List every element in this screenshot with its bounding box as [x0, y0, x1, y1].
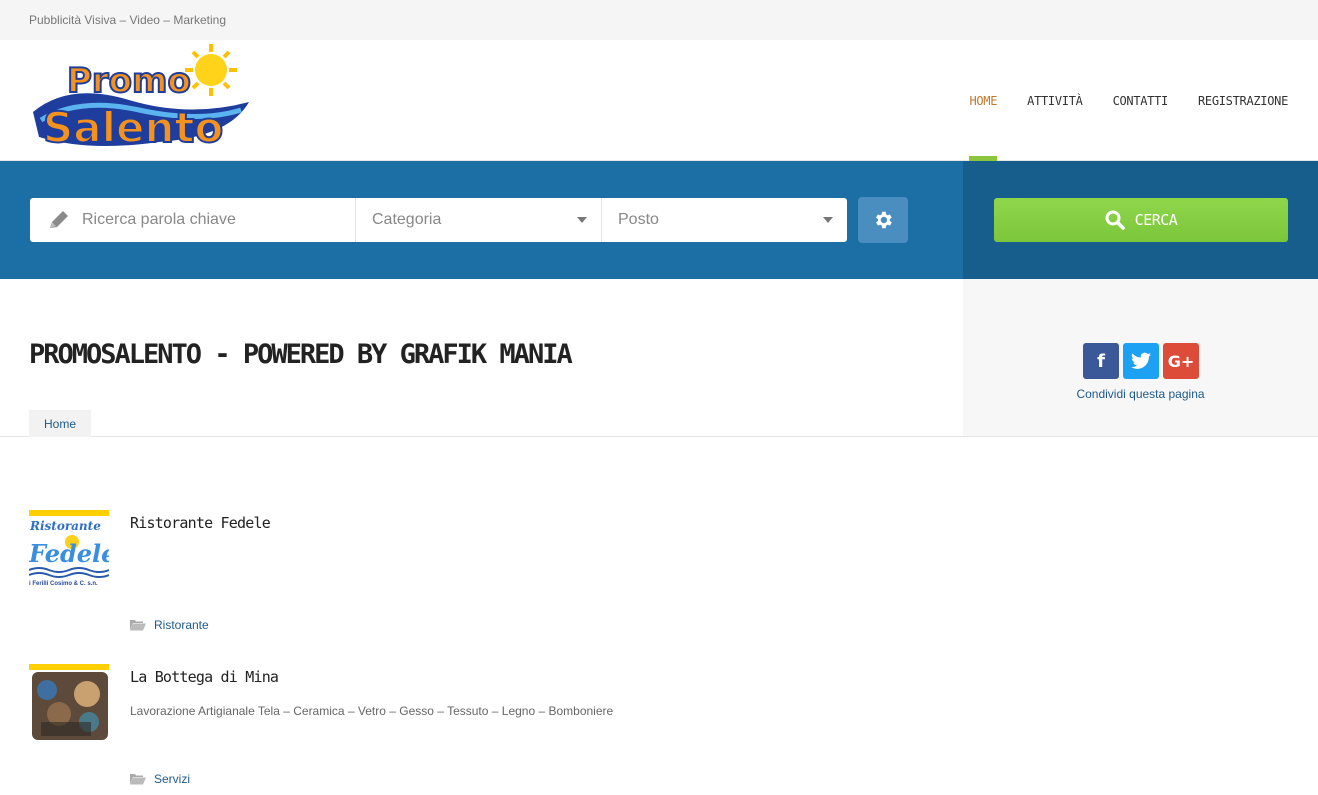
category-select[interactable]: Categoria	[356, 198, 602, 242]
keyword-input[interactable]	[82, 211, 322, 229]
folder-open-icon	[130, 620, 146, 631]
share-panel: f G+ Condividi questa pagina	[963, 279, 1318, 437]
nav-item-attivita[interactable]: Attività	[1012, 40, 1097, 161]
place-select-label: Posto	[618, 211, 659, 228]
sun-icon	[185, 44, 237, 96]
listing-thumbnail[interactable]	[29, 664, 109, 744]
facebook-icon: f	[1097, 350, 1105, 372]
search-submit-button[interactable]: CERCA	[994, 198, 1288, 242]
listing-category-link[interactable]: Servizi	[154, 772, 190, 786]
gear-icon	[876, 211, 892, 229]
search-icon	[1105, 210, 1125, 230]
share-label[interactable]: Condividi questa pagina	[963, 387, 1318, 401]
listing-item: Ristorante Fedele i Ferilli Cosimo & C. …	[29, 510, 929, 640]
top-bar: Pubblicità Visiva – Video – Marketing	[0, 0, 1318, 40]
google-plus-share-button[interactable]: G+	[1163, 343, 1199, 379]
svg-text:Fedele: Fedele	[29, 539, 109, 568]
folder-open-icon	[130, 774, 146, 785]
advanced-search-button[interactable]	[858, 197, 908, 243]
listing-category-link[interactable]: Ristorante	[154, 618, 209, 632]
nav-item-registrazione[interactable]: Registrazione	[1183, 40, 1288, 161]
search-submit-label: CERCA	[1134, 211, 1178, 229]
page-title-area: PROMOSALENTO - POWERED BY GRAFIK MANIA H…	[0, 279, 963, 437]
listing-category: Ristorante	[130, 618, 209, 632]
listing-title[interactable]: La Bottega di Mina	[130, 668, 279, 686]
keyword-field	[30, 198, 356, 242]
listing-item: La Bottega di Mina Lavorazione Artigiana…	[29, 664, 929, 794]
category-select-label: Categoria	[372, 211, 442, 228]
nav-item-home[interactable]: Home	[954, 40, 1012, 161]
search-form: Categoria Posto	[30, 198, 847, 242]
chevron-down-icon	[577, 217, 587, 223]
search-bar: Categoria Posto	[0, 161, 963, 279]
svg-text:Salento: Salento	[43, 103, 223, 152]
facebook-share-button[interactable]: f	[1083, 343, 1119, 379]
pencil-icon	[50, 211, 68, 228]
nav-item-contatti[interactable]: Contatti	[1098, 40, 1183, 161]
site-header: Promo Salento Home Attività Contatti Reg…	[0, 40, 1318, 161]
listing-thumbnail[interactable]: Ristorante Fedele i Ferilli Cosimo & C. …	[29, 510, 109, 590]
site-tagline: Pubblicità Visiva – Video – Marketing	[29, 13, 227, 27]
listing-description: Lavorazione Artigianale Tela – Ceramica …	[130, 704, 614, 718]
listing-title[interactable]: Ristorante Fedele	[130, 514, 271, 532]
twitter-share-button[interactable]	[1123, 343, 1159, 379]
page-title: PROMOSALENTO - POWERED BY GRAFIK MANIA	[29, 339, 573, 370]
site-logo[interactable]: Promo Salento	[29, 42, 259, 160]
svg-text:Promo: Promo	[67, 61, 191, 101]
chevron-down-icon	[823, 217, 833, 223]
svg-text:i Ferilli Cosimo & C. s.n.: i Ferilli Cosimo & C. s.n.	[29, 581, 98, 587]
twitter-icon	[1131, 352, 1151, 369]
google-plus-icon: G+	[1167, 351, 1195, 371]
main-nav: Home Attività Contatti Registrazione	[954, 40, 1288, 161]
listing-category: Servizi	[130, 772, 190, 786]
share-buttons: f G+	[1083, 343, 1199, 379]
breadcrumb-home[interactable]: Home	[29, 410, 92, 437]
place-select[interactable]: Posto	[602, 198, 847, 242]
svg-text:Ristorante: Ristorante	[29, 519, 101, 533]
